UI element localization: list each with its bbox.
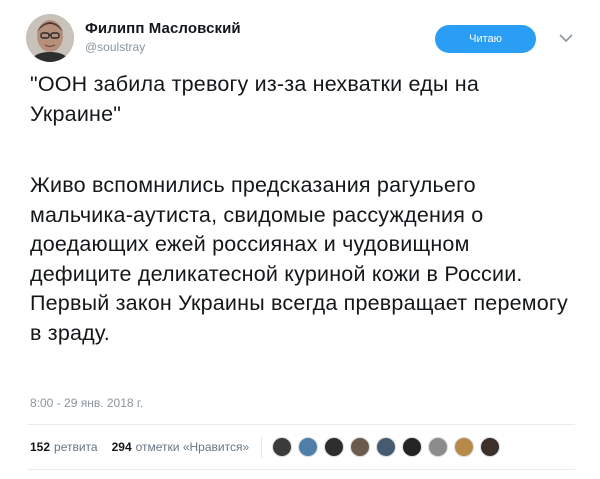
liker-avatar[interactable] — [480, 437, 501, 457]
tweet-paragraph-body: Живо вспомнились предсказания рагульего … — [30, 173, 568, 345]
stats-separator — [261, 436, 263, 458]
display-name[interactable]: Филипп Масловский — [85, 20, 241, 37]
tweet-text: "ООН забила тревогу из-за нехватки еды н… — [30, 70, 575, 348]
liker-avatar[interactable] — [324, 437, 345, 457]
tweet-paragraph-quote: "ООН забила тревогу из-за нехватки еды н… — [30, 72, 479, 126]
user-names: Филипп Масловский @soulstray — [85, 20, 241, 54]
tweet-card: Филипп Масловский @soulstray Читаю "ООН … — [0, 0, 600, 479]
tweet-timestamp[interactable]: 8:00 - 29 янв. 2018 г. — [30, 396, 143, 410]
liker-avatar[interactable] — [298, 437, 319, 457]
avatar[interactable] — [26, 14, 74, 62]
liker-avatar[interactable] — [454, 437, 475, 457]
avatar-image — [26, 14, 74, 62]
divider — [27, 469, 575, 470]
liker-avatar[interactable] — [402, 437, 423, 457]
liker-avatar[interactable] — [428, 437, 449, 457]
liker-avatar[interactable] — [272, 437, 293, 457]
tweet-header: Филипп Масловский @soulstray Читаю — [26, 14, 581, 64]
chevron-down-icon[interactable] — [556, 29, 576, 47]
tweet-stats: 152 ретвита 294 отметки «Нравится» — [30, 432, 506, 462]
liker-avatar[interactable] — [350, 437, 371, 457]
user-handle[interactable]: @soulstray — [85, 40, 241, 54]
retweets-label[interactable]: ретвита — [54, 440, 98, 454]
liker-avatar[interactable] — [376, 437, 397, 457]
following-button[interactable]: Читаю — [435, 25, 536, 53]
likes-count[interactable]: 294 — [112, 440, 132, 454]
retweets-count[interactable]: 152 — [30, 440, 50, 454]
divider — [27, 424, 575, 425]
likes-label[interactable]: отметки «Нравится» — [136, 440, 250, 454]
liker-avatars — [272, 437, 506, 457]
